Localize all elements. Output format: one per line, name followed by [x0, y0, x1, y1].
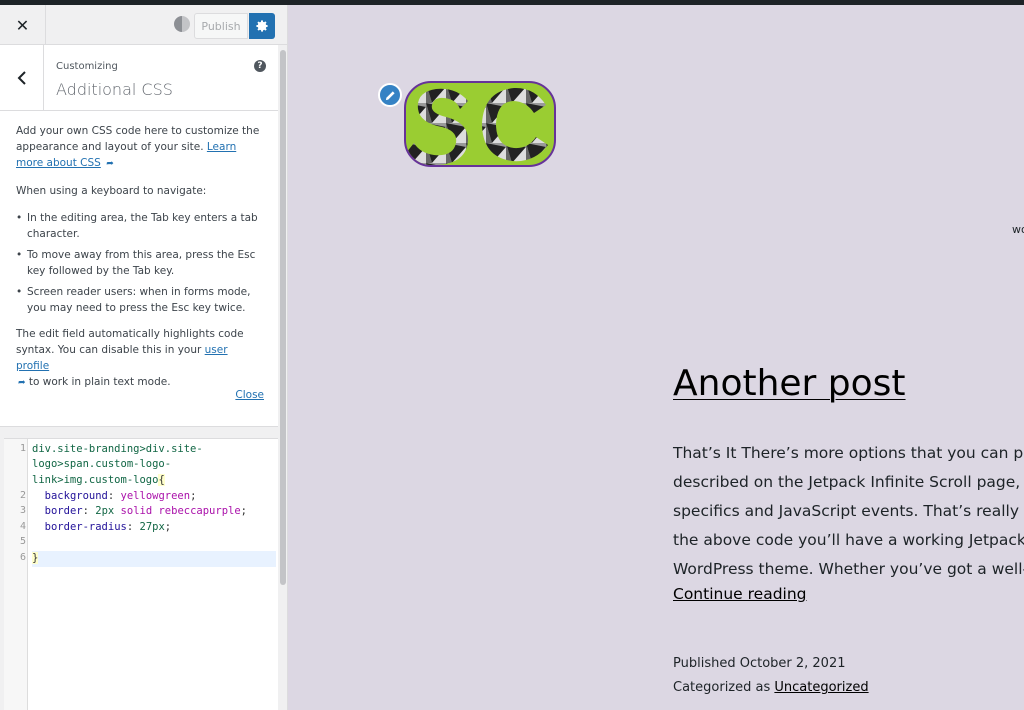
pencil-icon: [385, 90, 395, 100]
css-code-editor[interactable]: 1 2 3 4 5 6 div.site-branding>div.site- …: [4, 438, 278, 710]
code-line: border: 2px solid rebeccapurple;: [44, 505, 247, 517]
site-preview: wo Another post That’s It There’s more o…: [288, 5, 1024, 710]
excerpt-line: WordPress theme. Whether you’ve got a we…: [673, 560, 1024, 578]
line-number: 3: [19, 505, 26, 516]
breadcrumb: Customizing: [56, 61, 118, 72]
excerpt-line: That’s It There’s more options that you …: [673, 444, 1024, 462]
post-title-link[interactable]: Another post: [673, 363, 906, 404]
code-line-active: }: [32, 551, 276, 567]
excerpt-line: the above code you’ll have a working Jet…: [673, 531, 1024, 549]
customizer-sidebar: ✕ Publish Customizing Additional CSS ? A…: [0, 5, 288, 710]
line-number: 2: [19, 490, 26, 501]
edit-logo-shortcut[interactable]: [378, 83, 402, 107]
close-description-link[interactable]: Close: [235, 387, 264, 403]
line-number-gutter: 1 2 3 4 5 6: [4, 439, 28, 710]
excerpt-line: described on the Jetpack Infinite Scroll…: [673, 473, 1021, 491]
line-number: 4: [19, 521, 26, 532]
code-line: background: yellowgreen;: [44, 490, 197, 502]
keyboard-tips-list: In the editing area, the Tab key enters …: [16, 210, 262, 316]
highlight-text-end: to work in plain text mode.: [28, 376, 171, 388]
line-number: 1: [19, 443, 26, 454]
intro-paragraph: Add your own CSS code here to customize …: [16, 123, 262, 172]
continue-reading-link[interactable]: Continue reading: [673, 585, 807, 603]
site-tagline-fragment: wo: [1012, 223, 1024, 236]
device-preview-toggle-icon[interactable]: [174, 16, 190, 32]
site-logo[interactable]: [404, 81, 556, 167]
code-line: logo>span.custom-logo-: [32, 458, 172, 470]
list-item: Screen reader users: when in forms mode,…: [16, 284, 262, 316]
line-number: 6: [19, 552, 26, 563]
code-line: link>img.custom-logo{: [32, 474, 165, 486]
external-link-icon: ➦: [18, 378, 26, 388]
line-number: 5: [19, 536, 26, 547]
sidebar-scrollbar-thumb[interactable]: [280, 50, 286, 585]
excerpt-line: specifics and JavaScript events. That’s …: [673, 502, 1024, 520]
sc-logo-graphic: [406, 87, 548, 165]
css-description: Add your own CSS code here to customize …: [0, 111, 278, 427]
gear-icon: [256, 20, 268, 32]
help-icon[interactable]: ?: [254, 60, 266, 72]
back-button[interactable]: [0, 45, 44, 111]
publish-settings-button[interactable]: [249, 13, 275, 39]
list-item: To move away from this area, press the E…: [16, 247, 262, 279]
close-customizer-button[interactable]: ✕: [0, 5, 46, 45]
list-item: In the editing area, the Tab key enters …: [16, 210, 262, 242]
chevron-left-icon: [17, 71, 26, 85]
publish-button[interactable]: Publish: [194, 13, 248, 39]
customizer-header: ✕ Publish: [0, 5, 287, 45]
external-link-icon: ➦: [106, 159, 114, 169]
keyboard-heading: When using a keyboard to navigate:: [16, 185, 207, 197]
category-prefix: Categorized as: [673, 680, 771, 695]
post-excerpt: That’s It There’s more options that you …: [673, 439, 1024, 584]
code-line: border-radius: 27px;: [44, 521, 172, 533]
code-line: div.site-branding>div.site-: [32, 443, 203, 455]
section-header: Customizing Additional CSS ?: [0, 45, 278, 111]
post-published-date: Published October 2, 2021: [673, 656, 846, 671]
highlight-paragraph: The edit field automatically highlights …: [16, 326, 262, 391]
post-category: Categorized as Uncategorized: [673, 680, 869, 695]
section-title: Additional CSS: [56, 80, 173, 99]
close-icon: ✕: [15, 15, 30, 35]
category-link[interactable]: Uncategorized: [774, 680, 868, 695]
